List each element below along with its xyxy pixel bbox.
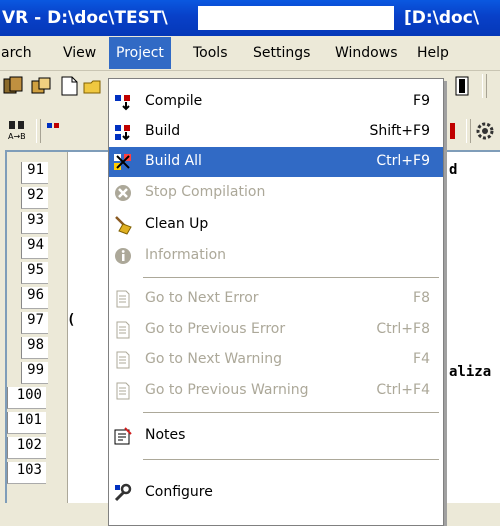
build-icon [115,125,130,141]
menu-item-clean-up[interactable]: Clean Up [109,210,443,240]
menu-item-label: Configure [145,484,213,500]
menu-separator [143,412,439,413]
window-title-right: [D:\doc\ [404,8,480,28]
toolbar-separator [466,119,471,143]
menu-item-notes[interactable]: Notes [109,421,443,451]
document-icon [116,351,130,369]
menu-item-next-warning[interactable]: Go to Next Warning F4 [109,345,443,375]
line-number: 93 [21,212,48,234]
menu-item-label: Information [145,247,227,263]
menu-separator [143,277,439,278]
menu-item-next-error[interactable]: Go to Next Error F8 [109,284,443,314]
menu-help[interactable]: Help [410,37,456,69]
title-bar: VR - D:\doc\TEST\ [D:\doc\ [0,0,500,36]
menu-windows[interactable]: Windows [328,37,405,69]
menu-item-shortcut: Ctrl+F4 [376,382,430,398]
menu-bar: arch View Project Tools Settings Windows… [0,37,500,71]
line-number: 97 [21,312,48,334]
menu-item-shortcut: F4 [413,351,430,367]
menu-item-label: Go to Next Error [145,290,259,306]
code-fragment: aliza [449,364,492,380]
menu-item-compile[interactable]: Compile F9 [109,87,443,117]
menu-settings[interactable]: Settings [246,37,317,69]
menu-item-label: Compile [145,93,203,109]
sort-icon[interactable]: A→B [6,119,28,141]
menu-item-shortcut: Ctrl+F8 [376,321,430,337]
line-number: 99 [21,362,48,384]
open-project-icon[interactable] [30,75,52,97]
menu-item-label: Go to Previous Warning [145,382,309,398]
notes-icon [114,427,132,445]
menu-item-previous-warning[interactable]: Go to Previous Warning Ctrl+F4 [109,376,443,406]
toolbar-separator [482,74,487,98]
window-title: VR - D:\doc\TEST\ [2,8,168,28]
build-all-icon [114,154,131,170]
menu-item-label: Stop Compilation [145,184,266,200]
menu-item-label: Go to Previous Error [145,321,286,337]
info-icon [115,248,131,264]
line-number: 100 [7,387,46,409]
menu-item-shortcut: F9 [413,93,430,109]
line-number: 102 [7,437,46,459]
project-menu-dropdown: Compile F9 Build Shift+F9 Build All Ctrl… [108,78,444,526]
project-icon[interactable] [2,75,24,97]
menu-item-label: Build [145,123,181,139]
menu-item-stop-compilation[interactable]: Stop Compilation [109,178,443,208]
document-icon [116,382,130,400]
menu-item-shortcut: F8 [413,290,430,306]
menu-item-shortcut: Shift+F9 [369,123,430,139]
menu-item-build[interactable]: Build Shift+F9 [109,117,443,147]
title-selection [198,6,394,30]
line-number-gutter: 91 92 93 94 95 96 97 98 99 100 101 102 1… [7,152,68,503]
document-icon [116,290,130,308]
line-number: 101 [7,412,46,434]
line-number: 94 [21,237,48,259]
menu-project[interactable]: Project [109,37,171,69]
configure-icon [114,483,132,502]
compile-icon [115,95,130,111]
menu-view[interactable]: View [56,37,103,69]
line-number: 103 [7,462,46,484]
menu-item-configure[interactable]: Configure [109,478,443,508]
record-icon[interactable] [442,120,464,142]
gear-icon[interactable] [474,120,496,142]
line-number: 95 [21,262,48,284]
bookmark-icon[interactable] [452,75,474,97]
compile-small-icon[interactable] [46,120,68,142]
toolbar-separator [36,119,41,143]
line-number: 96 [21,287,48,309]
line-number: 92 [21,187,48,209]
menu-item-previous-error[interactable]: Go to Previous Error Ctrl+F8 [109,315,443,345]
menu-item-label: Notes [145,427,186,443]
menu-item-label: Clean Up [145,216,209,232]
menu-item-shortcut: Ctrl+F9 [376,153,430,169]
svg-text:A→B: A→B [8,132,26,141]
line-number: 91 [21,162,48,184]
menu-item-information[interactable]: Information [109,241,443,271]
broom-icon [115,216,132,235]
menu-separator [143,459,439,460]
menu-tools[interactable]: Tools [186,37,235,69]
menu-item-label: Go to Next Warning [145,351,282,367]
new-file-icon[interactable] [58,75,80,97]
code-fragment: d [449,162,458,178]
menu-item-build-all[interactable]: Build All Ctrl+F9 [109,147,443,177]
line-number: 98 [21,337,48,359]
open-file-icon[interactable] [82,75,104,97]
menu-item-label: Build All [145,153,202,169]
menu-search[interactable]: arch [0,37,39,69]
code-fragment: ( [67,312,76,328]
document-icon [116,321,130,339]
stop-icon [115,185,131,201]
